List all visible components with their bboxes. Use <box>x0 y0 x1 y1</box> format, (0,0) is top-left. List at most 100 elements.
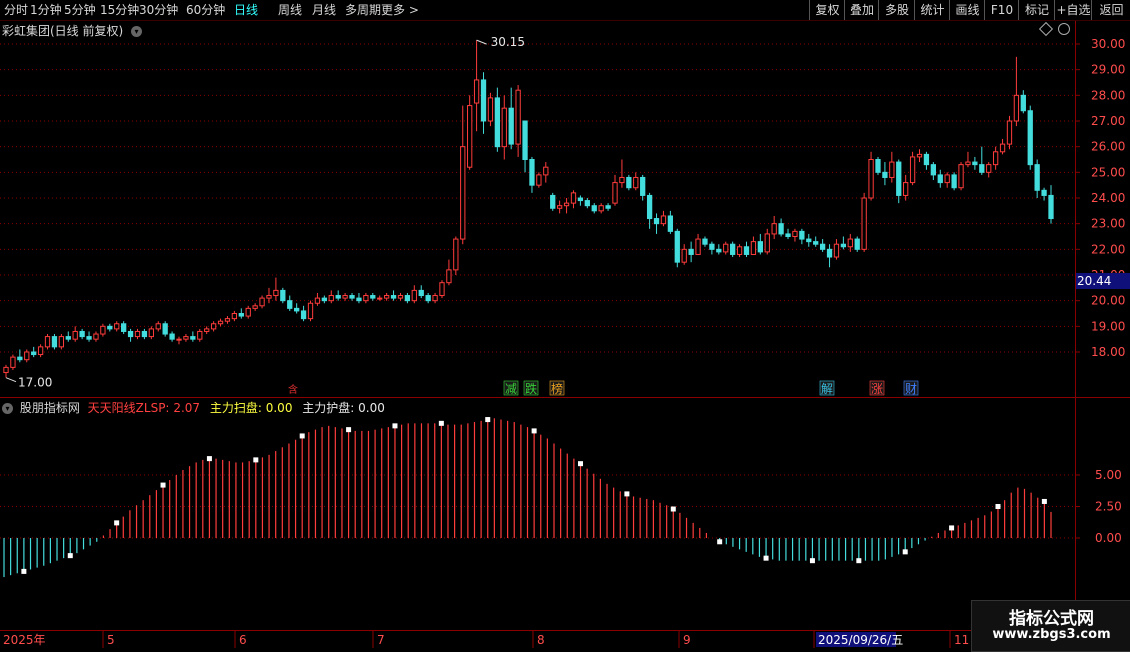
circle-settings-icon[interactable] <box>1058 23 1070 35</box>
candle-body <box>556 205 563 209</box>
price-tick-label: 19.00 <box>1091 319 1125 333</box>
dropdown-circle-icon[interactable]: ▾ <box>131 26 143 37</box>
candle-body <box>750 241 757 255</box>
candle-body <box>446 269 452 284</box>
candle-body <box>107 325 113 330</box>
candle-body <box>114 323 120 330</box>
price-tick-label: 24.00 <box>1091 191 1125 205</box>
indicator-panel-title[interactable]: ▾ 股朋指标网 天天阳线ZLSP: 2.07 主力扫盘: 0.00 主力护盘: … <box>2 399 385 416</box>
event-marker: 含 <box>288 383 298 396</box>
candle-body <box>1006 120 1013 145</box>
indicator-marker <box>949 525 955 531</box>
candle-body <box>58 336 65 348</box>
candle-body <box>266 295 272 299</box>
candle-body <box>543 166 549 176</box>
candle-body <box>307 302 314 320</box>
kline-chart[interactable]: 30.00 29.00 28.00 27.00 26.00 25.00 24.00 23.00… <box>0 21 1130 650</box>
candle-body <box>743 246 750 255</box>
candle-body <box>716 248 722 253</box>
candle-body <box>626 176 632 189</box>
period-tab-9[interactable]: 多周期 <box>345 1 381 19</box>
candle-body <box>923 153 930 166</box>
event-badge: 涨 <box>871 381 883 396</box>
price-tick-label: 26.00 <box>1091 140 1125 154</box>
indicator-marker <box>114 520 120 526</box>
period-tab-2[interactable]: 5分钟 <box>64 1 96 19</box>
candle-body <box>480 79 487 122</box>
toolbar-action-1[interactable]: 叠加 <box>844 0 879 20</box>
candle-body <box>1027 110 1033 166</box>
date-label: 2025/09/26/五 <box>818 633 903 647</box>
candle-body <box>425 295 431 302</box>
candle-body <box>1013 94 1020 122</box>
price-tick-label: 23.00 <box>1091 217 1125 231</box>
period-tab-5[interactable]: 60分钟 <box>186 1 225 19</box>
candle-body <box>44 336 51 348</box>
period-tab-8[interactable]: 月线 <box>312 1 336 19</box>
event-badge: 榜 <box>551 381 563 396</box>
price-tick-label: 18.00 <box>1091 345 1125 359</box>
candle-body <box>640 176 646 196</box>
toolbar-action-3[interactable]: 统计 <box>914 0 950 20</box>
toolbar-action-0[interactable]: 复权 <box>809 0 845 20</box>
candle-body <box>944 174 950 184</box>
candle-body <box>148 328 154 338</box>
toolbar-action-4[interactable]: 画线 <box>949 0 985 20</box>
period-tab-6[interactable]: 日线 <box>234 1 258 19</box>
toolbar-action-8[interactable]: 返回 <box>1091 0 1130 20</box>
candle-body <box>321 297 327 302</box>
toolbar-action-7[interactable]: +自选 <box>1054 0 1092 20</box>
candle-body <box>217 320 224 325</box>
candle-body <box>778 223 784 235</box>
main-panel-title[interactable]: 彩虹集团(日线 前复权) ▾ <box>2 22 145 39</box>
candle-body <box>418 289 424 297</box>
candle-body <box>190 336 196 340</box>
candle-body <box>238 313 244 317</box>
candle-body <box>861 197 867 250</box>
candle-body <box>197 330 203 340</box>
candle-body <box>992 151 999 166</box>
candle-body <box>252 305 258 309</box>
candle-body <box>473 79 480 104</box>
candle-body <box>930 164 936 176</box>
line2-value: 0.00 <box>265 401 293 415</box>
period-tab-10[interactable]: 更多 > <box>381 1 419 19</box>
candle-body <box>723 243 729 253</box>
indicator-marker <box>531 428 537 434</box>
toolbar-action-5[interactable]: F10 <box>984 0 1019 20</box>
candle-body <box>349 295 355 299</box>
period-tab-7[interactable]: 周线 <box>278 1 302 19</box>
indicator-marker <box>206 456 212 462</box>
candle-body <box>183 336 189 340</box>
period-tab-3[interactable]: 15分钟 <box>100 1 139 19</box>
candle-body <box>979 164 985 173</box>
indicator-marker <box>21 568 27 574</box>
indicator-marker <box>438 420 444 426</box>
candle-body <box>937 174 943 184</box>
price-tick-label: 28.00 <box>1091 88 1125 102</box>
candle-body <box>328 295 334 302</box>
candle-body <box>224 318 231 322</box>
toolbar-action-2[interactable]: 多股 <box>878 0 915 20</box>
candle-body <box>86 336 92 340</box>
candle-body <box>390 295 397 299</box>
period-tab-0[interactable]: 分时 <box>4 1 28 19</box>
candle-body <box>93 333 99 340</box>
candle-body <box>986 164 992 173</box>
candle-body <box>439 282 445 297</box>
line1-label: 天天阳线ZLSP: <box>87 401 170 415</box>
candle-body <box>342 295 348 299</box>
candle-body <box>882 171 888 178</box>
date-label: 11 <box>954 633 969 647</box>
candle-body <box>965 161 971 166</box>
candle-body <box>204 328 210 332</box>
candle-body <box>550 194 556 209</box>
toolbar-action-6[interactable]: 标记 <box>1018 0 1055 20</box>
candle-body <box>1048 194 1054 220</box>
candle-body <box>383 295 390 299</box>
period-tab-4[interactable]: 30分钟 <box>139 1 178 19</box>
candle-body <box>314 297 321 304</box>
candle-body <box>72 330 78 340</box>
dropdown-circle-icon[interactable]: ▾ <box>2 403 13 414</box>
period-tab-1[interactable]: 1分钟 <box>30 1 62 19</box>
